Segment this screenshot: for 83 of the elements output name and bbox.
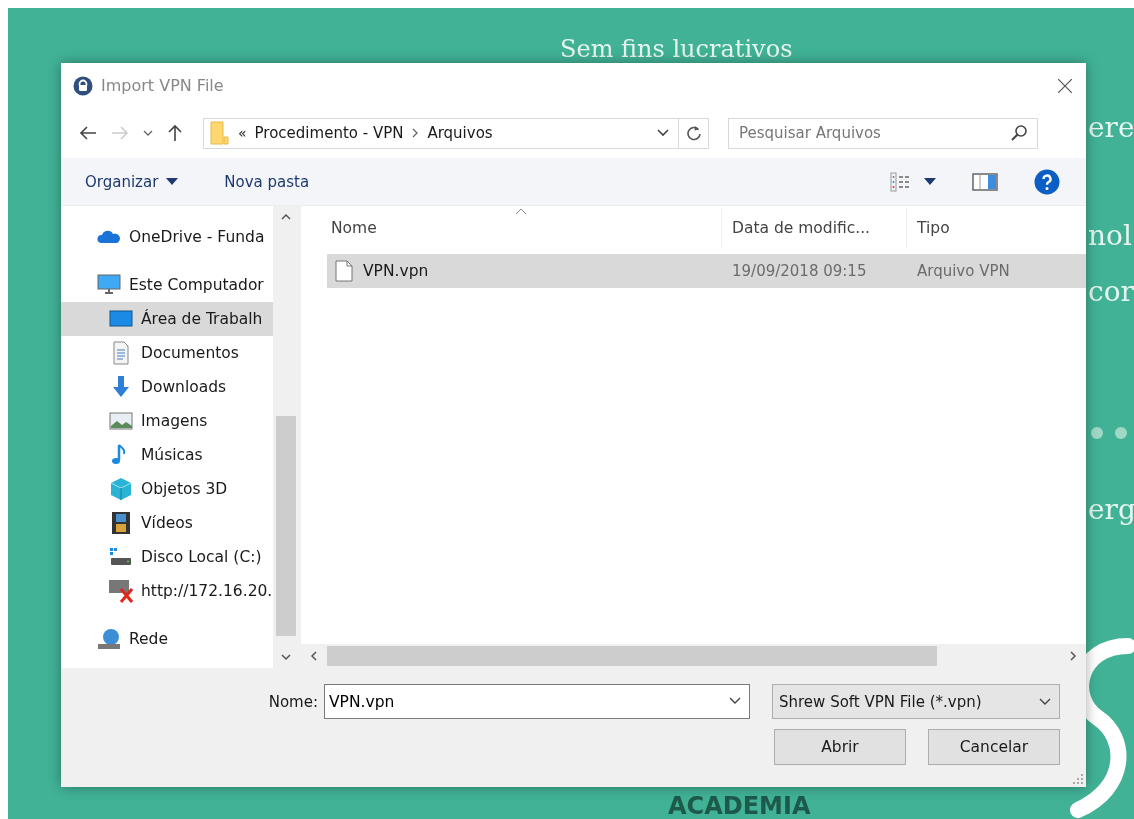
film-icon <box>109 511 133 535</box>
resize-grip-icon <box>1073 774 1083 784</box>
back-arrow-icon <box>79 126 97 140</box>
address-bar[interactable]: « Procedimento - VPN Arquivos <box>203 117 679 149</box>
item-label: Imagens <box>141 412 208 430</box>
sidebar-item[interactable]: Objetos 3D <box>61 472 273 506</box>
scroll-down-icon <box>281 654 291 662</box>
file-date: 19/09/2018 09:15 <box>732 262 867 280</box>
item-label: Vídeos <box>141 514 193 532</box>
item-label: Documentos <box>141 344 239 362</box>
sidebar-item[interactable]: Downloads <box>61 370 273 404</box>
item-label: Disco Local (C:) <box>141 548 262 566</box>
filename-label: Nome: <box>268 692 318 711</box>
search-icon <box>1010 123 1028 142</box>
forward-arrow-icon <box>111 126 129 140</box>
file-type-dropdown[interactable]: Shrew Soft VPN File (*.vpn) <box>772 684 1060 719</box>
cube-icon <box>109 477 133 501</box>
heading-text: Sem fins lucrativos <box>560 36 793 62</box>
app-icon <box>73 75 93 96</box>
scroll-up-icon <box>281 212 291 220</box>
sidebar-item[interactable]: Vídeos <box>61 506 273 540</box>
preview-pane-icon <box>972 171 998 192</box>
chevron-down-icon <box>729 697 741 705</box>
item-label: OneDrive - Funda <box>129 228 265 246</box>
picture-icon <box>109 409 133 433</box>
folder-icon <box>210 121 230 145</box>
sidebar-item[interactable]: Imagens <box>61 404 273 438</box>
sidebar-item[interactable]: OneDrive - Funda <box>61 220 273 254</box>
help-icon <box>1034 168 1060 195</box>
refresh-button[interactable] <box>679 117 709 149</box>
new-folder-button[interactable]: Nova pasta <box>218 168 316 195</box>
breadcrumb-item[interactable]: Procedimento - VPN <box>254 124 404 142</box>
column-header[interactable]: Nome <box>301 208 722 248</box>
up-arrow-icon <box>167 124 183 142</box>
network-drive-icon <box>109 579 133 603</box>
window-title: Import VPN File <box>101 76 225 95</box>
organize-menu-button[interactable]: Organizar <box>79 168 185 195</box>
close-icon[interactable] <box>1058 78 1072 93</box>
background-text: cor <box>1088 276 1134 308</box>
file-name: VPN.vpn <box>363 262 429 280</box>
sidebar-item[interactable]: Área de Trabalh <box>61 302 273 336</box>
overflow-chevrons[interactable]: « <box>238 125 247 141</box>
dropdown-arrow-icon <box>924 178 936 185</box>
file-type: Arquivo VPN <box>917 262 1010 280</box>
chevron-down-icon <box>143 129 153 137</box>
file-row[interactable]: VPN.vpn 19/09/2018 09:15 Arquivo VPN <box>327 254 1086 288</box>
background-text: nol <box>1088 220 1132 252</box>
scrollbar-thumb[interactable] <box>276 416 296 636</box>
monitor-icon <box>97 273 121 297</box>
column-header[interactable]: Tipo <box>907 208 1086 248</box>
search-field[interactable]: Pesquisar Arquivos <box>728 117 1038 149</box>
sidebar-item[interactable]: http://172.16.20. <box>61 574 273 608</box>
item-label: Downloads <box>141 378 227 396</box>
globe-icon <box>97 627 121 651</box>
sidebar-item[interactable]: Rede <box>61 622 273 656</box>
filename-field[interactable]: VPN.vpn <box>324 684 750 719</box>
chevron-down-icon <box>1039 697 1051 706</box>
footer-text: ACADEMIA <box>668 794 811 818</box>
sidebar-item[interactable]: Documentos <box>61 336 273 370</box>
file-icon <box>335 260 353 282</box>
scroll-right-icon <box>1070 651 1078 661</box>
sidebar-item[interactable]: Músicas <box>61 438 273 472</box>
item-label: Área de Trabalh <box>141 310 263 328</box>
dialog-button[interactable]: Cancelar <box>928 729 1060 765</box>
chevron-right-icon <box>411 128 420 138</box>
sidebar-item[interactable]: Este Computador <box>61 268 273 302</box>
scrollbar-thumb[interactable] <box>327 646 937 666</box>
item-label: Músicas <box>141 446 203 464</box>
sort-caret-icon <box>515 208 527 215</box>
item-label: http://172.16.20. <box>141 582 273 600</box>
breadcrumb-item[interactable]: Arquivos <box>427 124 493 142</box>
chevron-down-icon <box>656 128 670 138</box>
dropdown-arrow-icon <box>166 178 179 185</box>
column-header[interactable]: Data de modific... <box>722 208 907 248</box>
sidebar-item[interactable]: Disco Local (C:) <box>61 540 273 574</box>
dialog-button[interactable]: Abrir <box>774 729 906 765</box>
dots-drawing <box>1090 426 1130 440</box>
item-label: Objetos 3D <box>141 480 228 498</box>
item-label: Este Computador <box>129 276 264 294</box>
background-text: ere <box>1088 112 1134 144</box>
item-label: Rede <box>129 630 168 648</box>
refresh-icon <box>685 125 702 141</box>
scroll-left-icon <box>309 651 317 661</box>
